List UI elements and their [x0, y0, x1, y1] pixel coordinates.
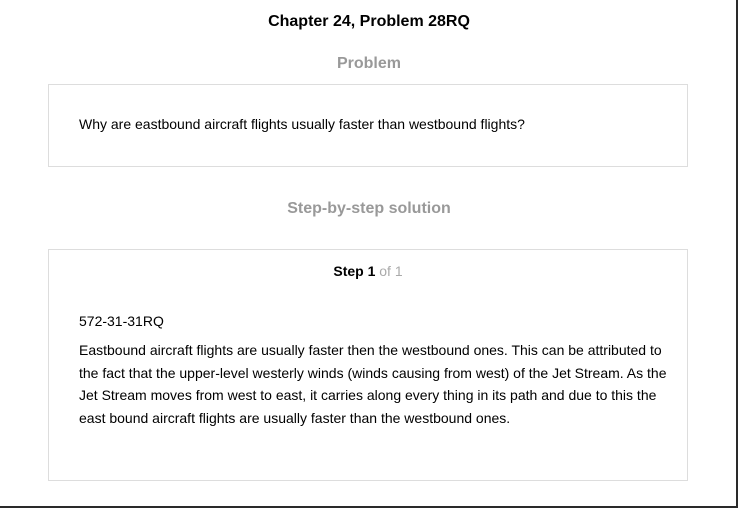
solution-heading: Step-by-step solution: [287, 200, 451, 217]
problem-question: Why are eastbound aircraft flights usual…: [79, 116, 525, 132]
step-explanation: Eastbound aircraft flights are usually f…: [79, 342, 667, 426]
step-reference-code: 572-31-31RQ: [79, 313, 164, 329]
step-count: of 1: [379, 263, 403, 279]
step-header: Step 1 of 1: [49, 262, 687, 280]
step-label: Step 1: [333, 263, 376, 279]
problem-box: Why are eastbound aircraft flights usual…: [48, 84, 688, 167]
solution-box: Step 1 of 1 572-31-31RQ Eastbound aircra…: [48, 249, 688, 481]
problem-heading: Problem: [336, 55, 401, 72]
page-title: Chapter 24, Problem 28RQ: [268, 13, 470, 30]
